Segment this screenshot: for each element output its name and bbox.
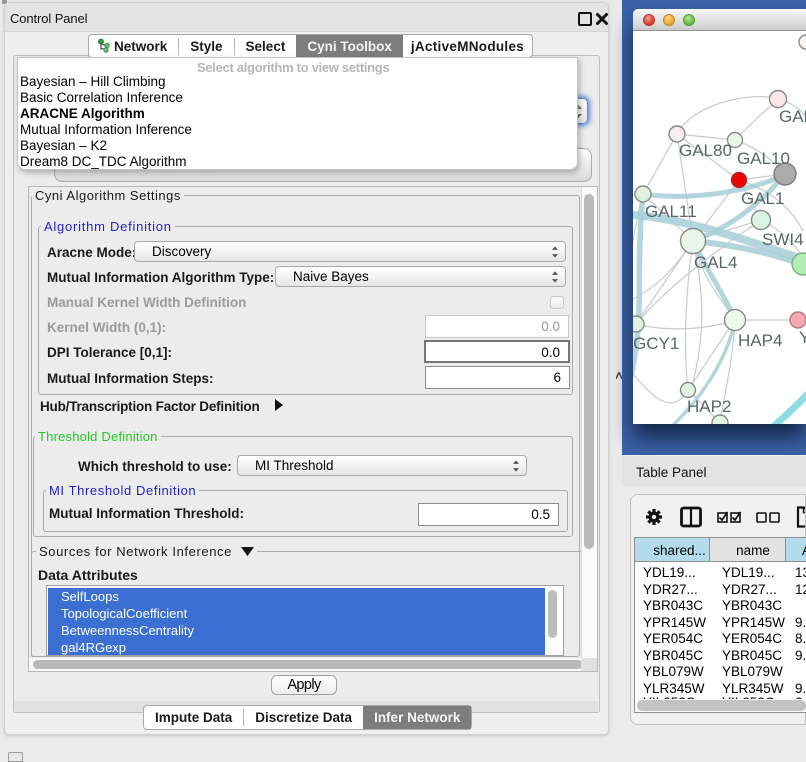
svg-text:GAL2: GAL2 [779,107,806,126]
svg-text:HAP4: HAP4 [738,331,782,350]
svg-text:GAL11: GAL11 [645,202,697,221]
svg-text:YJ: YJ [799,328,806,347]
svg-text:SWI4: SWI4 [762,230,804,249]
svg-text:GAL80: GAL80 [679,141,732,160]
svg-text:GCY1: GCY1 [633,334,679,353]
svg-text:HAP2: HAP2 [687,397,731,416]
svg-text:GAL10: GAL10 [737,149,790,168]
svg-text:GAL4: GAL4 [694,253,737,272]
svg-text:GAL1: GAL1 [741,189,784,208]
